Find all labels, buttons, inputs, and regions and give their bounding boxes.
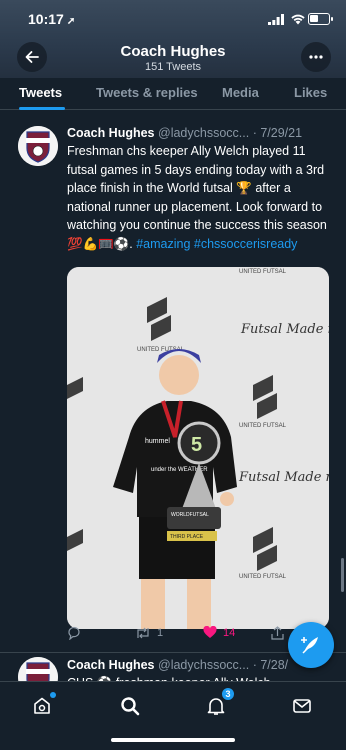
compose-tweet-button[interactable] — [288, 622, 334, 668]
active-tab-indicator — [19, 107, 65, 110]
location-arrow-icon: ➚ — [66, 16, 76, 27]
svg-text:UNITED FUTSAL: UNITED FUTSAL — [239, 423, 287, 429]
battery-icon — [308, 13, 333, 25]
svg-text:hummel: hummel — [145, 438, 170, 445]
svg-text:UNITED FUTSAL: UNITED FUTSAL — [239, 574, 287, 580]
author-name[interactable]: Coach Hughes — [67, 658, 155, 672]
retweet-button[interactable]: 1 — [135, 626, 163, 640]
retweet-icon — [137, 627, 149, 639]
new-tweets-dot — [50, 692, 56, 698]
tab-tweets-and-replies[interactable]: Tweets & replies — [96, 85, 198, 100]
author-name[interactable]: Coach Hughes — [67, 126, 155, 140]
home-icon — [34, 697, 50, 714]
bottom-navigation: 3 — [0, 681, 346, 750]
more-dots-icon — [309, 55, 323, 59]
nav-notifications[interactable]: 3 — [204, 687, 235, 718]
scrollbar[interactable] — [341, 558, 344, 592]
nav-home[interactable] — [30, 692, 56, 718]
notifications-badge: 3 — [221, 687, 235, 701]
svg-text:Futsal Made me.: Futsal Made me. — [238, 470, 329, 485]
reply-button[interactable] — [67, 626, 87, 640]
like-count: 14 — [223, 626, 236, 639]
profile-tabs: Tweets Tweets & replies Media Likes — [0, 78, 346, 110]
tab-likes[interactable]: Likes — [294, 85, 327, 100]
search-icon — [121, 697, 140, 716]
avatar[interactable] — [18, 126, 58, 166]
header-titles: Coach Hughes 151 Tweets — [0, 43, 346, 73]
more-options-button[interactable] — [301, 42, 331, 72]
svg-text:5: 5 — [191, 434, 202, 456]
status-time: 10:17 ➚ — [28, 11, 76, 27]
svg-text:WORLDFUTSAL: WORLDFUTSAL — [171, 512, 209, 518]
like-button[interactable]: 14 — [203, 626, 235, 639]
tab-tweets[interactable]: Tweets — [19, 85, 62, 100]
hashtag-link[interactable]: #chssoccerisready — [194, 237, 298, 251]
home-indicator[interactable] — [111, 738, 235, 742]
tweet-count: 151 Tweets — [144, 61, 202, 73]
tweet-date: · 7/28/ — [252, 658, 289, 672]
share-icon — [271, 626, 284, 640]
lady-cougars-logo — [18, 126, 58, 166]
svg-text:Futsal Made me.: Futsal Made me. — [240, 322, 329, 337]
tweet-actions: 1 14 — [67, 626, 297, 644]
author-handle[interactable]: @ladychssocc... — [158, 126, 249, 140]
profile-header: 10:17 ➚ Coach Hughes 151 Tweets — [0, 0, 346, 78]
page-title: Coach Hughes — [120, 43, 226, 60]
tweet-date: · 7/29/21 — [252, 126, 303, 140]
svg-text:UNITED FUTSAL: UNITED FUTSAL — [239, 269, 287, 275]
status-bar: 10:17 ➚ — [0, 9, 346, 29]
tab-media[interactable]: Media — [222, 85, 259, 100]
mail-icon — [293, 699, 311, 713]
author-handle[interactable]: @ladychssocc... — [158, 658, 249, 672]
heart-filled-icon — [203, 626, 217, 638]
photo-player-with-trophy: UNITED FUTSAL UNITED FUTSAL UNITED FUTSA… — [67, 267, 329, 629]
nav-search[interactable] — [118, 694, 142, 718]
hashtag-link[interactable]: #amazing — [136, 237, 190, 251]
cellular-signal-icon — [268, 14, 284, 25]
tweet-photo[interactable]: UNITED FUTSAL UNITED FUTSAL UNITED FUTSA… — [67, 267, 329, 629]
svg-text:THIRD PLACE: THIRD PLACE — [170, 534, 204, 540]
reply-icon — [68, 626, 80, 640]
tweet-header: Coach Hughes @ladychssocc... · 7/29/21 — [67, 126, 337, 140]
retweet-count: 1 — [157, 627, 164, 639]
compose-feather-icon — [301, 637, 318, 654]
tweet-text: Freshman chs keeper Ally Welch played 11… — [67, 144, 327, 251]
nav-messages[interactable] — [290, 694, 314, 718]
wifi-icon — [291, 14, 305, 25]
share-button[interactable] — [271, 626, 284, 640]
